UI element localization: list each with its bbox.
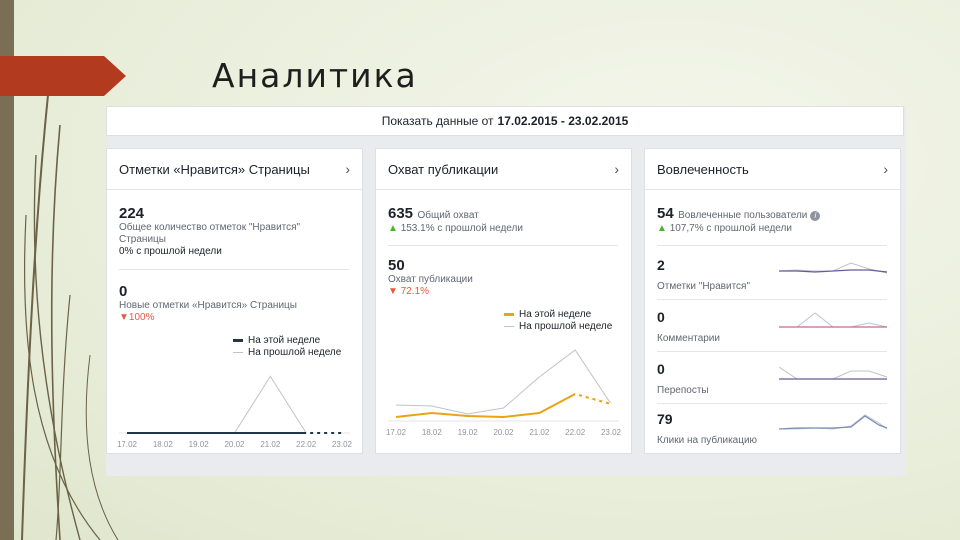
legend-label: На прошлой неделе [248, 347, 342, 358]
x-tick-label: 21.02 [529, 428, 550, 437]
x-tick-label: 18.02 [153, 440, 174, 449]
reach-post-metric: 50 Охват публикации ▼ 72.1% [388, 257, 618, 297]
x-tick-label: 17.02 [386, 428, 407, 437]
sparkline [779, 414, 888, 430]
x-tick-label: 23.02 [601, 428, 622, 437]
row-label: Клики на публикацию [657, 435, 758, 446]
divider [657, 299, 887, 300]
engagement-total-value: 54 [657, 205, 674, 222]
reach-card-title: Охват публикации [388, 161, 499, 177]
x-tick-label: 19.02 [189, 440, 210, 449]
down-triangle-icon: ▼ [119, 312, 129, 323]
reach-total-metric: 635 Общий охват ▲ 153.1% с прошлой недел… [388, 205, 618, 234]
divider [388, 245, 618, 246]
legend-label: На этой неделе [519, 309, 592, 320]
divider [657, 351, 887, 352]
reach-line-chart: 17.02 18.02 19.02 20.02 21.02 22.02 23.02 [386, 349, 622, 437]
engagement-total-change-text: 107,7% с прошлой недели [669, 223, 792, 234]
engagement-total-change: ▲ 107,7% с прошлой недели [657, 223, 889, 234]
engagement-row-clicks: 79 Клики на публикацию [657, 411, 889, 461]
reach-post-change: ▼ 72.1% [388, 286, 618, 297]
sparkline [779, 262, 888, 274]
reach-post-value: 50 [388, 257, 405, 274]
info-icon[interactable]: i [810, 211, 821, 221]
reach-post-label: Охват публикации [388, 274, 473, 285]
slide-title: Аналитика [212, 56, 418, 95]
likes-card-title: Отметки «Нравится» Страницы [119, 161, 310, 177]
row-label: Отметки "Нравится" [657, 281, 751, 292]
date-range: 17.02.2015 - 23.02.2015 [497, 114, 629, 128]
likes-total-metric: 224 Общее количество отметок "Нравится" … [119, 205, 349, 258]
reach-post-change-text: 72.1% [400, 286, 430, 297]
sparkline [779, 366, 888, 380]
engagement-card-title: Вовлеченность [657, 161, 749, 177]
likes-line-chart: 17.02 18.02 19.02 20.02 21.02 22.02 23.02 [117, 375, 353, 449]
reach-total-change: ▲ 153.1% с прошлой недели [388, 223, 618, 234]
series-line-1 [395, 349, 612, 415]
row-label: Комментарии [657, 333, 720, 344]
row-value: 0 [657, 309, 665, 325]
x-tick-label: 22.02 [565, 428, 586, 437]
legend-label: На прошлой неделе [519, 321, 613, 332]
engagement-total-label: Вовлеченные пользователи [678, 210, 808, 221]
x-tick-label: 23.02 [332, 440, 353, 449]
divider [657, 245, 887, 246]
red-arrow-tab [0, 56, 126, 96]
engagement-card: Вовлеченность › 54 Вовлеченные пользоват… [644, 148, 901, 454]
legend-last-week: На прошлой неделе [504, 321, 612, 332]
down-triangle-icon: ▼ [388, 286, 398, 297]
likes-card: Отметки «Нравится» Страницы › 224 Общее … [106, 148, 363, 454]
chevron-right-icon[interactable]: › [345, 161, 350, 177]
row-value: 79 [657, 411, 673, 427]
row-value: 0 [657, 361, 665, 377]
analytics-panel: Показать данные от 17.02.2015 - 23.02.20… [106, 106, 906, 476]
likes-card-header[interactable]: Отметки «Нравится» Страницы › [107, 149, 362, 190]
reach-total-label: Общий охват [417, 210, 479, 221]
series-line-1 [127, 375, 342, 434]
reach-card-header[interactable]: Охват публикации › [376, 149, 631, 190]
legend-swatch [233, 352, 243, 353]
likes-new-change: ▼100% [119, 312, 349, 323]
legend-last-week: На прошлой неделе [233, 347, 341, 358]
legend-this-week: На этой неделе [504, 309, 591, 320]
engagement-card-header[interactable]: Вовлеченность › [645, 149, 900, 190]
sparkline [779, 312, 888, 328]
row-value: 2 [657, 257, 665, 273]
reach-total-value: 635 [388, 205, 414, 222]
engagement-total-metric: 54 Вовлеченные пользователи i ▲ 107,7% с … [657, 205, 889, 234]
up-triangle-icon: ▲ [657, 223, 667, 234]
x-tick-label: 20.02 [224, 440, 245, 449]
chevron-right-icon[interactable]: › [883, 161, 888, 177]
likes-new-change-text: 100% [128, 312, 155, 323]
up-triangle-icon: ▲ [388, 223, 398, 234]
chevron-right-icon[interactable]: › [614, 161, 619, 177]
grass-decoration [21, 95, 119, 540]
date-range-bar[interactable]: Показать данные от 17.02.2015 - 23.02.20… [106, 106, 904, 136]
x-tick-label: 17.02 [117, 440, 138, 449]
likes-new-label: Новые отметки «Нравится» Страницы [119, 300, 297, 311]
likes-total-label: Общее количество отметок "Нравится" Стра… [119, 222, 301, 245]
row-label: Перепосты [657, 385, 709, 396]
legend-label: На этой неделе [248, 335, 321, 346]
likes-new-value: 0 [119, 283, 128, 300]
x-tick-label: 18.02 [422, 428, 443, 437]
likes-new-metric: 0 Новые отметки «Нравится» Страницы ▼100… [119, 283, 349, 323]
x-tick-label: 19.02 [458, 428, 479, 437]
x-tick-label: 22.02 [296, 440, 317, 449]
divider [119, 269, 349, 270]
legend-swatch [233, 339, 243, 342]
reach-card: Охват публикации › 635 Общий охват ▲ 153… [375, 148, 632, 454]
legend-this-week: На этой неделе [233, 335, 320, 346]
reach-total-change-text: 153.1% с прошлой недели [400, 223, 523, 234]
legend-swatch [504, 326, 514, 327]
divider [657, 403, 887, 404]
likes-total-change: 0% с прошлой недели [119, 246, 222, 257]
x-tick-label: 20.02 [493, 428, 514, 437]
legend-swatch [504, 313, 514, 316]
likes-total-value: 224 [119, 205, 145, 222]
date-prefix: Показать данные от [381, 114, 494, 128]
x-tick-label: 21.02 [260, 440, 281, 449]
